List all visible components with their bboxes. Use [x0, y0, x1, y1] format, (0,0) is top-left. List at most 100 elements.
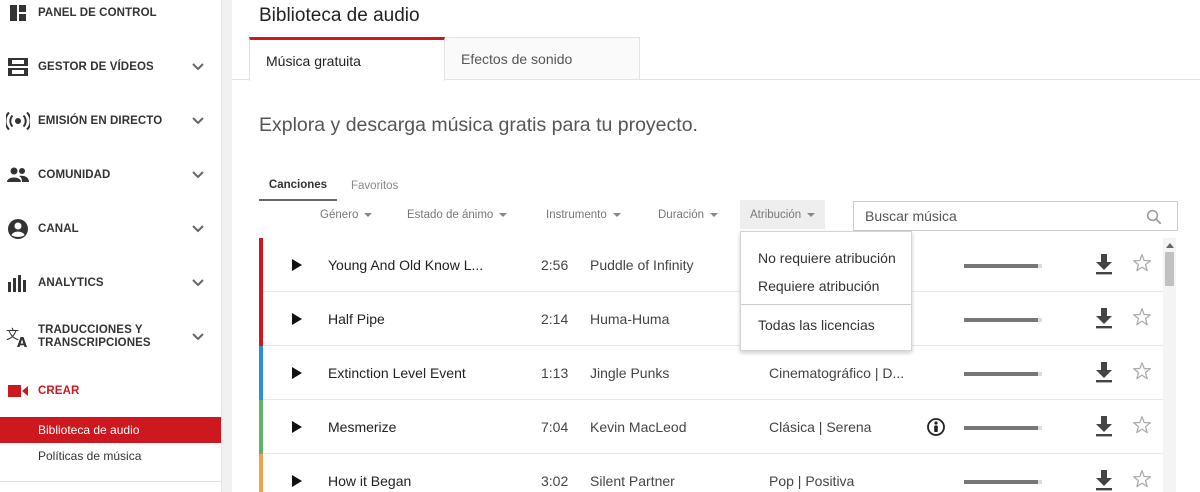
- chevron-down-icon[interactable]: [190, 113, 206, 129]
- filter-mood[interactable]: Estado de ánimo: [407, 200, 508, 229]
- chevron-down-icon[interactable]: [190, 275, 206, 291]
- track-title: Young And Old Know L...: [328, 257, 484, 273]
- menu-item-all-licenses[interactable]: Todas las licencias: [741, 312, 911, 338]
- tab-free-music[interactable]: Música gratuita: [249, 37, 445, 81]
- sidebar-item-live-broadcast[interactable]: EMISIÓN EN DIRECTO: [0, 101, 222, 141]
- filter-instrument[interactable]: Instrumento: [546, 200, 621, 229]
- sidebar-item-channel[interactable]: CANAL: [0, 209, 222, 249]
- sidebar-item-analytics[interactable]: ANALYTICS: [0, 263, 222, 303]
- chevron-down-icon[interactable]: [190, 167, 206, 183]
- sidebar-item-create[interactable]: CREAR: [0, 371, 222, 411]
- scroll-up-arrow-icon[interactable]: [1163, 240, 1176, 250]
- video-manager-icon: [6, 55, 30, 79]
- menu-divider: [741, 304, 911, 305]
- play-icon[interactable]: [291, 259, 303, 271]
- sidebar-item-video-manager[interactable]: GESTOR DE VÍDEOS: [0, 47, 222, 87]
- filter-duration[interactable]: Duración: [658, 200, 719, 229]
- track-duration: 2:56: [541, 257, 569, 273]
- attribution-required-icon[interactable]: [927, 418, 945, 436]
- popularity-bar: [964, 264, 1042, 268]
- popularity-bar: [964, 480, 1042, 484]
- track-title: How it Began: [328, 473, 412, 489]
- track-artist: Silent Partner: [590, 473, 675, 489]
- chevron-down-icon[interactable]: [190, 329, 206, 345]
- play-icon[interactable]: [291, 313, 303, 325]
- table-row: Extinction Level Event 1:13 Jingle Punks Ci…: [259, 346, 1163, 400]
- star-icon[interactable]: [1132, 469, 1152, 489]
- filter-genre[interactable]: Género: [320, 200, 373, 229]
- download-icon[interactable]: [1094, 307, 1114, 329]
- popularity-bar-fill: [964, 480, 1039, 484]
- download-icon[interactable]: [1094, 361, 1114, 383]
- play-icon[interactable]: [291, 421, 303, 433]
- sidebar-item-dashboard[interactable]: PANEL DE CONTROL: [0, 0, 222, 33]
- page-title: Biblioteca de audio: [259, 5, 420, 26]
- track-duration: 2:14: [541, 311, 569, 327]
- chevron-down-icon[interactable]: [190, 59, 206, 75]
- star-icon[interactable]: [1132, 253, 1152, 273]
- live-broadcast-icon: [6, 109, 30, 133]
- chevron-down-icon[interactable]: [190, 221, 206, 237]
- sidebar-item-label: CREAR: [38, 384, 80, 397]
- track-duration: 1:13: [541, 365, 569, 381]
- star-icon[interactable]: [1132, 361, 1152, 381]
- sidebar-item-community[interactable]: COMUNIDAD: [0, 155, 222, 195]
- tab-sound-effects[interactable]: Efectos de sonido: [444, 37, 640, 80]
- search-input[interactable]: [854, 208, 1124, 224]
- svg-text:A: A: [17, 336, 27, 348]
- search-icon[interactable]: [1145, 208, 1163, 226]
- tabs-bar: Efectos de sonido Música gratuita: [232, 37, 1200, 81]
- scroll-thumb[interactable]: [1165, 252, 1174, 286]
- download-icon[interactable]: [1094, 253, 1114, 275]
- star-icon[interactable]: [1132, 415, 1152, 435]
- track-genre: Clásica | Serena: [769, 419, 872, 435]
- translate-icon: 文A: [6, 325, 30, 349]
- popularity-bar: [964, 426, 1042, 430]
- sub-tab-songs[interactable]: Canciones: [259, 170, 337, 201]
- genre-color-accent: [259, 454, 263, 492]
- sub-tab-favorites[interactable]: Favoritos: [351, 170, 421, 201]
- search-box[interactable]: [853, 201, 1178, 231]
- sidebar-item-label: ANALYTICS: [38, 276, 104, 289]
- filter-attribution[interactable]: Atribución: [740, 200, 826, 229]
- track-title: Extinction Level Event: [328, 365, 466, 381]
- sidebar-item-label: COMUNIDAD: [38, 168, 111, 181]
- track-title: Mesmerize: [328, 419, 397, 435]
- menu-item-no-attribution[interactable]: No requiere atribución: [741, 245, 911, 271]
- sidebar-item-label: CANAL: [38, 222, 79, 235]
- caret-down-icon: [499, 212, 508, 217]
- genre-color-accent: [259, 400, 263, 454]
- analytics-icon: [6, 271, 30, 295]
- track-duration: 3:02: [541, 473, 569, 489]
- menu-item-attribution-required[interactable]: Requiere atribución: [741, 273, 911, 299]
- track-duration: 7:04: [541, 419, 569, 435]
- sidebar-item-translate[interactable]: 文 A TRADUCCIONES Y TRANSCRIPCIONES: [0, 317, 222, 357]
- caret-down-icon: [807, 212, 816, 217]
- attribution-dropdown-menu: No requiere atribución Requiere atribuci…: [740, 231, 912, 351]
- play-icon[interactable]: [291, 475, 303, 487]
- download-icon[interactable]: [1094, 415, 1114, 437]
- popularity-bar-fill: [964, 318, 1039, 322]
- track-genre: Pop | Positiva: [769, 473, 855, 489]
- sidebar: PANEL DE CONTROL GESTOR DE VÍDEOS EMISIÓN …: [0, 0, 222, 492]
- table-row: Young And Old Know L... 2:56 Puddle of Inf…: [259, 238, 1163, 292]
- community-icon: [6, 163, 30, 187]
- track-artist: Jingle Punks: [590, 365, 670, 381]
- scrollbar[interactable]: [1163, 238, 1176, 492]
- caret-down-icon: [612, 212, 621, 217]
- sidebar-divider: [0, 481, 222, 482]
- track-artist: Huma-Huma: [590, 311, 670, 327]
- table-row: Mesmerize 7:04 Kevin MacLeod Clásica | Sere…: [259, 400, 1163, 454]
- download-icon[interactable]: [1094, 469, 1114, 491]
- sidebar-item-label: PANEL DE CONTROL: [38, 6, 157, 19]
- sidebar-subitem-music-policies[interactable]: Políticas de música: [0, 443, 221, 469]
- popularity-bar: [964, 318, 1042, 322]
- star-icon[interactable]: [1132, 307, 1152, 327]
- table-row: Half Pipe 2:14 Huma-Huma: [259, 292, 1163, 346]
- play-icon[interactable]: [291, 367, 303, 379]
- table-row: How it Began 3:02 Silent Partner Pop | Posi…: [259, 454, 1163, 492]
- sidebar-item-label: GESTOR DE VÍDEOS: [38, 60, 154, 73]
- channel-icon: [6, 217, 30, 241]
- sidebar-subitem-audio-library[interactable]: Biblioteca de audio: [0, 417, 221, 443]
- filter-label: Duración: [658, 208, 705, 221]
